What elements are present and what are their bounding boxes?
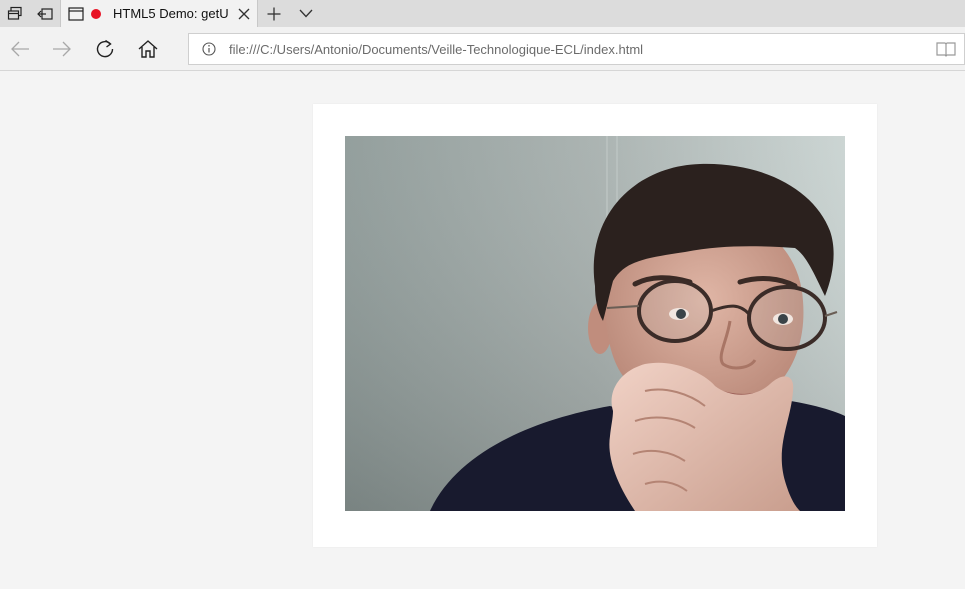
set-aside-tabs-icon <box>37 7 53 20</box>
close-icon <box>238 8 250 19</box>
refresh-button[interactable] <box>85 27 125 71</box>
tab-close-button[interactable] <box>231 8 257 20</box>
tab-list-button[interactable] <box>290 0 322 27</box>
tab-preview-button[interactable] <box>0 0 30 27</box>
set-aside-tabs-button[interactable] <box>30 0 60 27</box>
home-button[interactable] <box>128 27 168 71</box>
forward-button[interactable] <box>42 27 82 71</box>
video-card <box>313 104 877 547</box>
tab-strip: HTML5 Demo: getU <box>0 0 965 27</box>
forward-arrow-icon <box>53 41 71 57</box>
webcam-video <box>345 136 845 511</box>
tab-title: HTML5 Demo: getU <box>113 6 229 21</box>
navigation-bar: file:///C:/Users/Antonio/Documents/Veill… <box>0 27 965 71</box>
refresh-icon <box>96 39 114 58</box>
site-info-button[interactable] <box>189 42 229 56</box>
chevron-down-icon <box>299 9 313 18</box>
back-button[interactable] <box>0 27 40 71</box>
url-text[interactable]: file:///C:/Users/Antonio/Documents/Veill… <box>229 42 928 57</box>
recording-indicator-icon <box>91 8 101 19</box>
back-arrow-icon <box>11 41 29 57</box>
home-icon <box>138 40 158 58</box>
plus-icon <box>267 7 281 20</box>
tab-active[interactable]: HTML5 Demo: getU <box>60 0 258 27</box>
address-bar[interactable]: file:///C:/Users/Antonio/Documents/Veill… <box>188 33 965 65</box>
reading-view-icon <box>936 42 956 57</box>
info-icon <box>202 42 216 56</box>
tab-preview-icon <box>7 6 22 20</box>
page-icon <box>61 6 91 21</box>
reading-view-button[interactable] <box>928 41 964 57</box>
new-tab-button[interactable] <box>258 0 290 27</box>
